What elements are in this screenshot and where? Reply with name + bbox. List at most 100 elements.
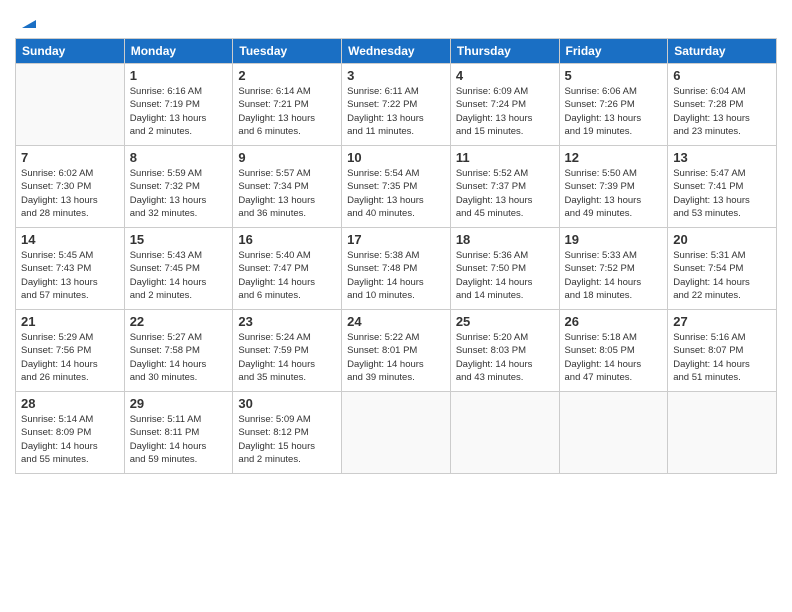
day-cell-19: 19 Sunrise: 5:33 AM Sunset: 7:52 PM Dayli… bbox=[559, 228, 668, 310]
day-info: Sunrise: 5:31 AM Sunset: 7:54 PM Dayligh… bbox=[673, 249, 771, 302]
weekday-tuesday: Tuesday bbox=[233, 39, 342, 64]
day-number: 18 bbox=[456, 232, 554, 247]
week-row-1: 1 Sunrise: 6:16 AM Sunset: 7:19 PM Daylig… bbox=[16, 64, 777, 146]
day-info: Sunrise: 6:09 AM Sunset: 7:24 PM Dayligh… bbox=[456, 85, 554, 138]
day-cell-6: 6 Sunrise: 6:04 AM Sunset: 7:28 PM Daylig… bbox=[668, 64, 777, 146]
day-cell-24: 24 Sunrise: 5:22 AM Sunset: 8:01 PM Dayli… bbox=[342, 310, 451, 392]
day-info: Sunrise: 5:11 AM Sunset: 8:11 PM Dayligh… bbox=[130, 413, 228, 466]
weekday-friday: Friday bbox=[559, 39, 668, 64]
day-info: Sunrise: 5:14 AM Sunset: 8:09 PM Dayligh… bbox=[21, 413, 119, 466]
day-cell-8: 8 Sunrise: 5:59 AM Sunset: 7:32 PM Daylig… bbox=[124, 146, 233, 228]
day-number: 20 bbox=[673, 232, 771, 247]
day-number: 13 bbox=[673, 150, 771, 165]
day-cell-4: 4 Sunrise: 6:09 AM Sunset: 7:24 PM Daylig… bbox=[450, 64, 559, 146]
day-info: Sunrise: 5:33 AM Sunset: 7:52 PM Dayligh… bbox=[565, 249, 663, 302]
day-cell-29: 29 Sunrise: 5:11 AM Sunset: 8:11 PM Dayli… bbox=[124, 392, 233, 474]
day-number: 19 bbox=[565, 232, 663, 247]
day-number: 26 bbox=[565, 314, 663, 329]
day-cell-12: 12 Sunrise: 5:50 AM Sunset: 7:39 PM Dayli… bbox=[559, 146, 668, 228]
day-info: Sunrise: 5:52 AM Sunset: 7:37 PM Dayligh… bbox=[456, 167, 554, 220]
empty-cell bbox=[342, 392, 451, 474]
day-number: 15 bbox=[130, 232, 228, 247]
day-info: Sunrise: 6:16 AM Sunset: 7:19 PM Dayligh… bbox=[130, 85, 228, 138]
day-number: 7 bbox=[21, 150, 119, 165]
week-row-3: 14 Sunrise: 5:45 AM Sunset: 7:43 PM Dayli… bbox=[16, 228, 777, 310]
day-number: 29 bbox=[130, 396, 228, 411]
page: SundayMondayTuesdayWednesdayThursdayFrid… bbox=[0, 0, 792, 612]
day-info: Sunrise: 6:11 AM Sunset: 7:22 PM Dayligh… bbox=[347, 85, 445, 138]
day-number: 14 bbox=[21, 232, 119, 247]
empty-cell bbox=[450, 392, 559, 474]
weekday-saturday: Saturday bbox=[668, 39, 777, 64]
empty-cell bbox=[16, 64, 125, 146]
calendar-table: SundayMondayTuesdayWednesdayThursdayFrid… bbox=[15, 38, 777, 474]
logo-text bbox=[15, 10, 39, 30]
day-info: Sunrise: 5:57 AM Sunset: 7:34 PM Dayligh… bbox=[238, 167, 336, 220]
weekday-header-row: SundayMondayTuesdayWednesdayThursdayFrid… bbox=[16, 39, 777, 64]
day-cell-2: 2 Sunrise: 6:14 AM Sunset: 7:21 PM Daylig… bbox=[233, 64, 342, 146]
day-number: 28 bbox=[21, 396, 119, 411]
day-cell-14: 14 Sunrise: 5:45 AM Sunset: 7:43 PM Dayli… bbox=[16, 228, 125, 310]
day-cell-21: 21 Sunrise: 5:29 AM Sunset: 7:56 PM Dayli… bbox=[16, 310, 125, 392]
day-number: 10 bbox=[347, 150, 445, 165]
day-info: Sunrise: 5:29 AM Sunset: 7:56 PM Dayligh… bbox=[21, 331, 119, 384]
logo bbox=[15, 10, 39, 30]
day-number: 12 bbox=[565, 150, 663, 165]
day-number: 11 bbox=[456, 150, 554, 165]
day-cell-17: 17 Sunrise: 5:38 AM Sunset: 7:48 PM Dayli… bbox=[342, 228, 451, 310]
day-cell-27: 27Sunrise: 5:16 AM Sunset: 8:07 PM Dayli… bbox=[668, 310, 777, 392]
day-info: Sunrise: 5:36 AM Sunset: 7:50 PM Dayligh… bbox=[456, 249, 554, 302]
day-cell-16: 16 Sunrise: 5:40 AM Sunset: 7:47 PM Dayli… bbox=[233, 228, 342, 310]
day-info: Sunrise: 5:59 AM Sunset: 7:32 PM Dayligh… bbox=[130, 167, 228, 220]
day-cell-9: 9 Sunrise: 5:57 AM Sunset: 7:34 PM Daylig… bbox=[233, 146, 342, 228]
day-info: Sunrise: 5:50 AM Sunset: 7:39 PM Dayligh… bbox=[565, 167, 663, 220]
day-number: 21 bbox=[21, 314, 119, 329]
empty-cell bbox=[559, 392, 668, 474]
day-number: 16 bbox=[238, 232, 336, 247]
day-number: 27 bbox=[673, 314, 771, 329]
day-number: 6 bbox=[673, 68, 771, 83]
day-info: Sunrise: 5:45 AM Sunset: 7:43 PM Dayligh… bbox=[21, 249, 119, 302]
week-row-4: 21 Sunrise: 5:29 AM Sunset: 7:56 PM Dayli… bbox=[16, 310, 777, 392]
day-number: 1 bbox=[130, 68, 228, 83]
day-cell-11: 11 Sunrise: 5:52 AM Sunset: 7:37 PM Dayli… bbox=[450, 146, 559, 228]
weekday-sunday: Sunday bbox=[16, 39, 125, 64]
day-cell-23: 23 Sunrise: 5:24 AM Sunset: 7:59 PM Dayli… bbox=[233, 310, 342, 392]
day-info: Sunrise: 6:06 AM Sunset: 7:26 PM Dayligh… bbox=[565, 85, 663, 138]
day-number: 22 bbox=[130, 314, 228, 329]
day-cell-3: 3Sunrise: 6:11 AM Sunset: 7:22 PM Daylig… bbox=[342, 64, 451, 146]
day-number: 4 bbox=[456, 68, 554, 83]
day-cell-1: 1 Sunrise: 6:16 AM Sunset: 7:19 PM Daylig… bbox=[124, 64, 233, 146]
day-number: 8 bbox=[130, 150, 228, 165]
day-info: Sunrise: 5:27 AM Sunset: 7:58 PM Dayligh… bbox=[130, 331, 228, 384]
day-info: Sunrise: 5:40 AM Sunset: 7:47 PM Dayligh… bbox=[238, 249, 336, 302]
day-cell-30: 30 Sunrise: 5:09 AM Sunset: 8:12 PM Dayli… bbox=[233, 392, 342, 474]
day-cell-26: 26Sunrise: 5:18 AM Sunset: 8:05 PM Dayli… bbox=[559, 310, 668, 392]
day-info: Sunrise: 6:04 AM Sunset: 7:28 PM Dayligh… bbox=[673, 85, 771, 138]
day-info: Sunrise: 5:24 AM Sunset: 7:59 PM Dayligh… bbox=[238, 331, 336, 384]
header bbox=[15, 10, 777, 30]
weekday-monday: Monday bbox=[124, 39, 233, 64]
day-number: 24 bbox=[347, 314, 445, 329]
day-cell-7: 7 Sunrise: 6:02 AM Sunset: 7:30 PM Daylig… bbox=[16, 146, 125, 228]
day-number: 17 bbox=[347, 232, 445, 247]
day-cell-10: 10 Sunrise: 5:54 AM Sunset: 7:35 PM Dayli… bbox=[342, 146, 451, 228]
day-number: 2 bbox=[238, 68, 336, 83]
day-cell-20: 20 Sunrise: 5:31 AM Sunset: 7:54 PM Dayli… bbox=[668, 228, 777, 310]
day-info: Sunrise: 5:22 AM Sunset: 8:01 PM Dayligh… bbox=[347, 331, 445, 384]
day-number: 23 bbox=[238, 314, 336, 329]
day-info: Sunrise: 5:38 AM Sunset: 7:48 PM Dayligh… bbox=[347, 249, 445, 302]
day-info: Sunrise: 6:02 AM Sunset: 7:30 PM Dayligh… bbox=[21, 167, 119, 220]
day-cell-13: 13 Sunrise: 5:47 AM Sunset: 7:41 PM Dayli… bbox=[668, 146, 777, 228]
day-number: 30 bbox=[238, 396, 336, 411]
day-info: Sunrise: 5:54 AM Sunset: 7:35 PM Dayligh… bbox=[347, 167, 445, 220]
day-number: 9 bbox=[238, 150, 336, 165]
day-cell-15: 15Sunrise: 5:43 AM Sunset: 7:45 PM Dayli… bbox=[124, 228, 233, 310]
day-info: Sunrise: 6:14 AM Sunset: 7:21 PM Dayligh… bbox=[238, 85, 336, 138]
day-info: Sunrise: 5:47 AM Sunset: 7:41 PM Dayligh… bbox=[673, 167, 771, 220]
day-cell-22: 22 Sunrise: 5:27 AM Sunset: 7:58 PM Dayli… bbox=[124, 310, 233, 392]
empty-cell bbox=[668, 392, 777, 474]
day-cell-28: 28 Sunrise: 5:14 AM Sunset: 8:09 PM Dayli… bbox=[16, 392, 125, 474]
logo-icon bbox=[19, 10, 39, 30]
day-info: Sunrise: 5:09 AM Sunset: 8:12 PM Dayligh… bbox=[238, 413, 336, 466]
